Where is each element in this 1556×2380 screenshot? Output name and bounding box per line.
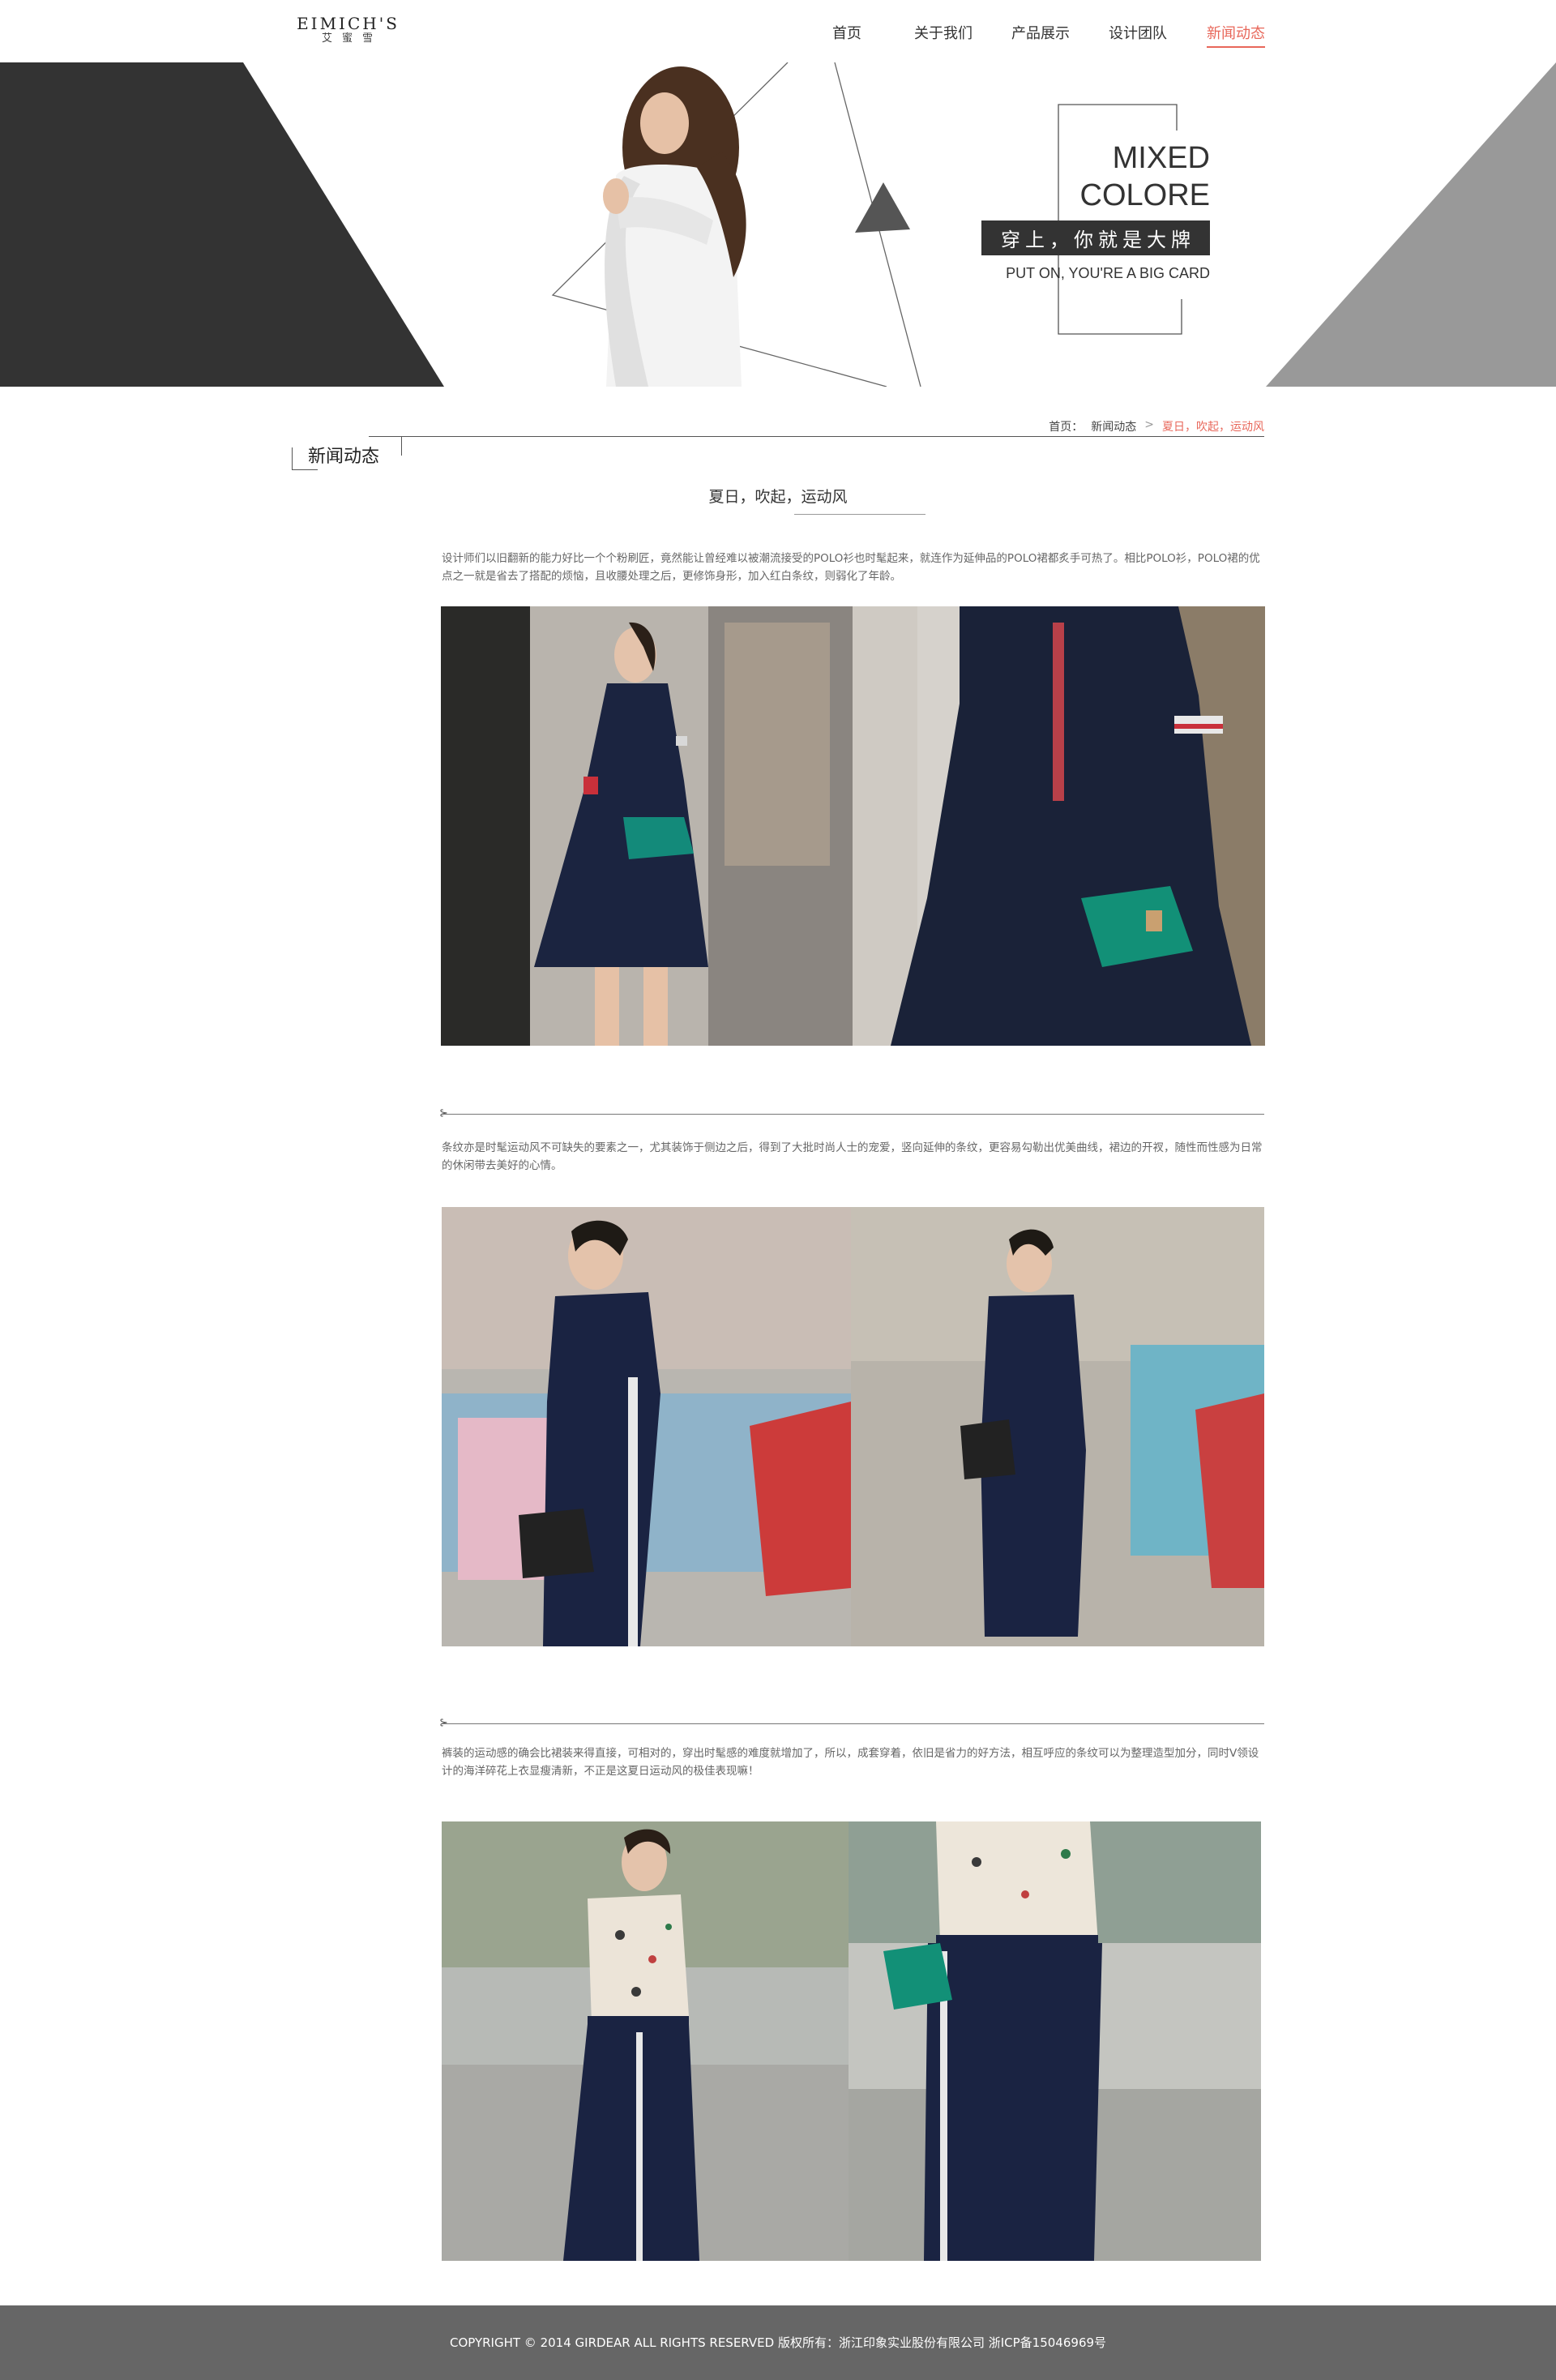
article-divider-1-mark: ⊱: [439, 1107, 448, 1119]
breadcrumb-home[interactable]: 首页：: [1049, 418, 1083, 434]
banner-left-shape: [0, 62, 444, 387]
banner-right-shape: [1266, 62, 1556, 387]
banner-small-triangle: [855, 182, 910, 233]
hero-banner: MIXED COLORE 穿上，你就是大牌 PUT ON, YOU'RE A B…: [0, 62, 1556, 387]
article-photo-2: [442, 1207, 1264, 1646]
nav-item-design-team[interactable]: 设计团队: [1109, 22, 1167, 43]
nav-item-home[interactable]: 首页: [832, 22, 861, 43]
banner-title-line1: MIXED: [1112, 141, 1210, 175]
article-photo-3: [442, 1821, 1261, 2261]
banner-title-line2: COLORE: [1079, 178, 1210, 212]
article-photo-1: [441, 606, 1265, 1046]
banner-tagline: 穿上，你就是大牌: [981, 220, 1210, 255]
nav-item-products[interactable]: 产品展示: [1011, 22, 1070, 43]
article-paragraph-1: 设计师们以旧翻新的能力好比一个个粉刷匠，竟然能让曾经难以被潮流接受的POLO衫也…: [442, 552, 1260, 583]
section-bracket-horizontal: [292, 469, 318, 470]
breadcrumb: 首页： 新闻动态 > 夏日，吹起，运动风: [1041, 418, 1264, 434]
section-bracket-vertical: [292, 447, 293, 470]
breadcrumb-current: 夏日，吹起，运动风: [1162, 421, 1264, 434]
banner-subtitle: PUT ON, YOU'RE A BIG CARD: [1006, 265, 1210, 281]
banner-graphics: [0, 62, 1556, 387]
article-title: 夏日，吹起，运动风: [708, 488, 848, 506]
banner-text-block: MIXED COLORE 穿上，你就是大牌 PUT ON, YOU'RE A B…: [981, 139, 1210, 282]
article-title-underline: [794, 514, 925, 515]
article-divider-2: [442, 1723, 1264, 1724]
breadcrumb-section[interactable]: 新闻动态: [1091, 418, 1136, 434]
nav-item-news[interactable]: 新闻动态: [1207, 22, 1265, 48]
section-rule: [369, 436, 1264, 437]
nav-item-about[interactable]: 关于我们: [914, 22, 972, 43]
section-heading: 新闻动态: [308, 447, 380, 467]
article-divider-2-mark: ⊱: [439, 1717, 448, 1729]
logo-text-cn: 艾蜜雪: [321, 32, 383, 45]
site-footer: COPYRIGHT © 2014 GIRDEAR ALL RIGHTS RESE…: [0, 2305, 1556, 2380]
footer-copyright: COPYRIGHT © 2014 GIRDEAR ALL RIGHTS RESE…: [449, 2335, 1107, 2350]
site-header: EIMICH'S 艾蜜雪 首页 关于我们 产品展示 设计团队 新闻动态: [0, 0, 1556, 62]
breadcrumb-separator: >: [1144, 418, 1154, 431]
logo-text-en: EIMICH'S: [297, 14, 400, 33]
model-photo: [603, 66, 746, 387]
section-rule-tick: [401, 436, 402, 456]
brand-logo[interactable]: EIMICH'S 艾蜜雪: [293, 15, 403, 45]
article-divider-1: [442, 1114, 1264, 1115]
article-paragraph-3: 裤装的运动感的确会比裙装来得直接，可相对的，穿出时髦感的难度就增加了，所以，成套…: [442, 1747, 1259, 1778]
article-paragraph-2: 条纹亦是时髦运动风不可缺失的要素之一，尤其装饰于侧边之后，得到了大批时尚人士的宠…: [442, 1141, 1263, 1172]
